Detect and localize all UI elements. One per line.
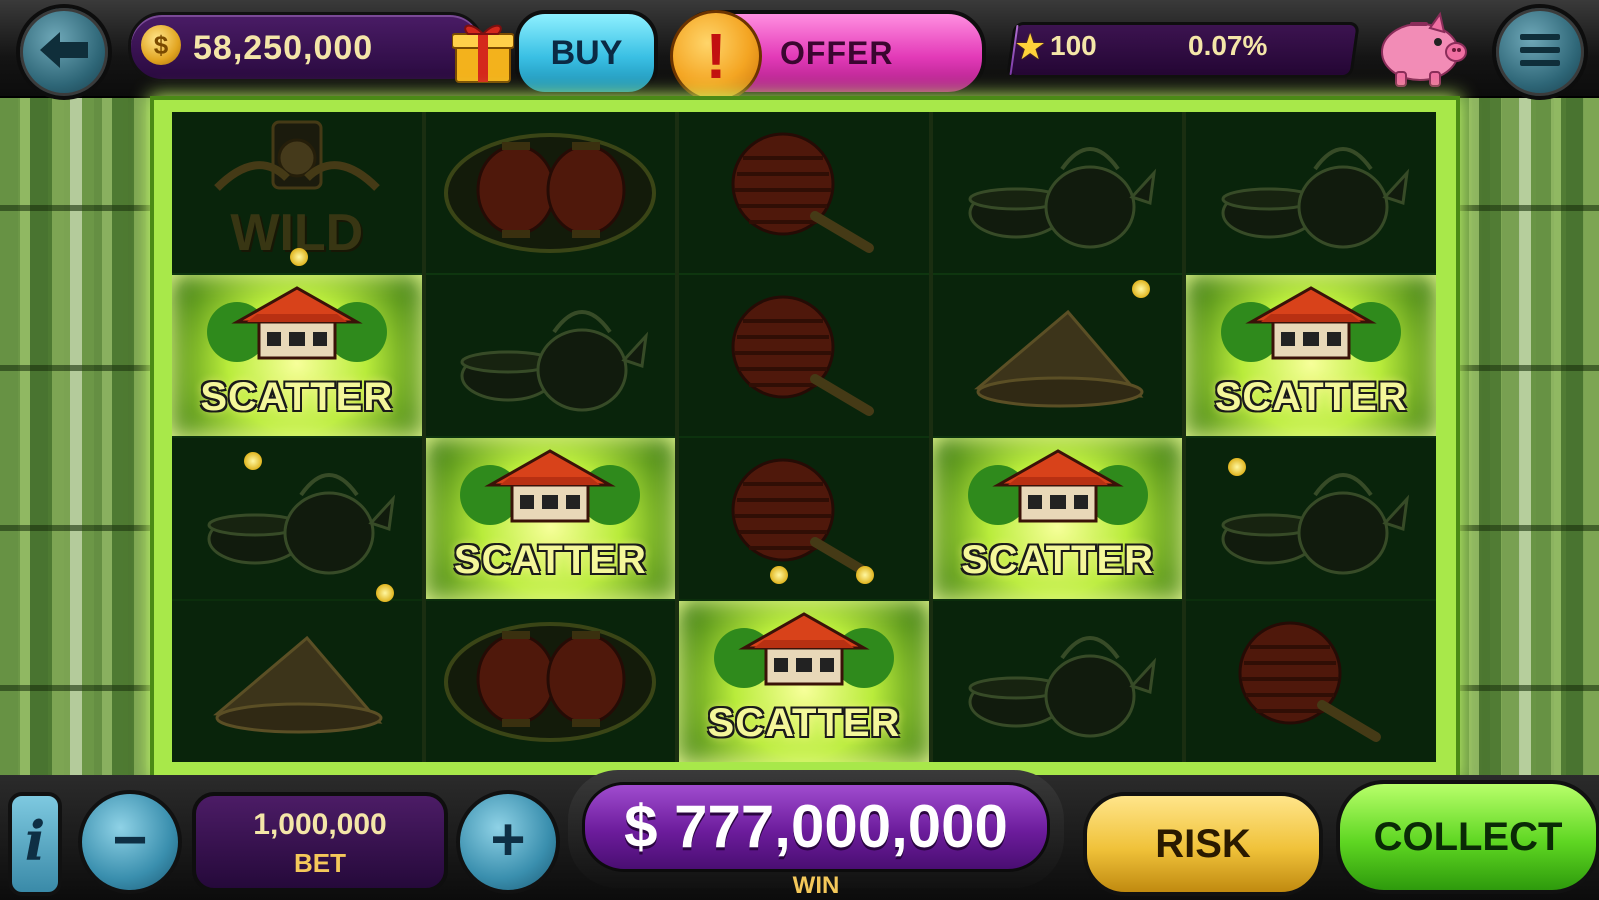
info-button[interactable]: i xyxy=(8,792,62,896)
buy-button[interactable]: BUY xyxy=(515,10,658,96)
fan-icon xyxy=(719,128,889,258)
gift-icon[interactable] xyxy=(451,18,515,84)
teapot-icon xyxy=(1211,133,1411,253)
bet-label: BET xyxy=(294,848,346,878)
win-value: $ 777,000,000 xyxy=(582,782,1050,872)
fan-symbol xyxy=(679,438,929,599)
fan-symbol xyxy=(679,275,929,436)
reel-2: SCATTER xyxy=(425,112,676,762)
sparkle xyxy=(770,566,788,584)
sparkle xyxy=(856,566,874,584)
reel-grid: WILD SCATTER SCATTER SCATTER SCATTER SCATTER xyxy=(172,112,1436,762)
teapot-symbol xyxy=(932,601,1183,762)
teapot-symbol xyxy=(1186,112,1436,273)
menu-icon xyxy=(1518,32,1562,73)
hat-icon xyxy=(968,296,1148,416)
hat-symbol xyxy=(932,275,1183,436)
back-arrow-icon xyxy=(38,30,90,75)
balance-display: $ 58,250,000 xyxy=(128,12,484,82)
scatter-symbol: SCATTER xyxy=(1186,275,1436,436)
sparkle xyxy=(376,584,394,602)
win-display: $ 777,000,000 WIN xyxy=(568,770,1064,899)
sparkle xyxy=(1132,280,1150,298)
back-button[interactable] xyxy=(16,4,112,100)
reel-4: SCATTER xyxy=(932,112,1183,762)
scatter-icon xyxy=(197,278,397,388)
increase-bet-button[interactable]: + xyxy=(456,790,560,894)
offer-button[interactable]: ! OFFER xyxy=(670,10,986,102)
reel-3: SCATTER xyxy=(679,112,929,762)
sparkle xyxy=(1228,458,1246,476)
scatter-label: SCATTER xyxy=(961,538,1155,582)
bet-value: 1,000,000 xyxy=(253,808,387,841)
scatter-symbol: SCATTER xyxy=(172,275,422,436)
collect-button[interactable]: COLLECT xyxy=(1336,780,1599,894)
scatter-icon xyxy=(450,441,650,551)
scatter-label: SCATTER xyxy=(453,538,647,582)
win-label: WIN xyxy=(792,872,840,899)
fan-icon xyxy=(719,291,889,421)
risk-button[interactable]: RISK xyxy=(1083,792,1323,896)
teapot-icon xyxy=(197,459,397,579)
hat-icon xyxy=(207,622,387,742)
reel-5: SCATTER xyxy=(1186,112,1436,762)
hat-symbol xyxy=(172,601,422,762)
reel-1: WILD SCATTER xyxy=(172,112,422,762)
level-value: 100 xyxy=(1050,30,1097,61)
offer-label: OFFER xyxy=(780,35,894,71)
fan-icon xyxy=(1226,617,1396,747)
scatter-symbol: SCATTER xyxy=(932,438,1183,599)
teapot-icon xyxy=(958,133,1158,253)
level-progress-text: 0.07% xyxy=(1188,30,1268,61)
teapot-icon xyxy=(450,296,650,416)
sparkle xyxy=(290,248,308,266)
scatter-symbol: SCATTER xyxy=(425,438,676,599)
fan-icon xyxy=(719,454,889,584)
reels-frame: WILD SCATTER SCATTER SCATTER SCATTER SCATTER xyxy=(150,96,1460,781)
wild-icon xyxy=(197,118,397,228)
fan-symbol xyxy=(679,112,929,273)
bet-display: 1,000,000 BET xyxy=(192,792,448,892)
lanterns-symbol xyxy=(425,601,676,762)
fan-symbol xyxy=(1186,601,1436,762)
teapot-symbol xyxy=(172,438,422,599)
teapot-icon xyxy=(958,622,1158,742)
sparkle xyxy=(244,452,262,470)
alert-icon: ! xyxy=(670,10,762,102)
star-icon: ★ xyxy=(1014,26,1047,67)
lanterns-icon xyxy=(440,617,660,747)
lanterns-icon xyxy=(440,128,660,258)
teapot-symbol xyxy=(1186,438,1436,599)
scatter-icon xyxy=(1211,278,1411,388)
decrease-bet-button[interactable]: − xyxy=(78,790,182,894)
menu-button[interactable] xyxy=(1492,4,1588,100)
piggy-bank-icon[interactable] xyxy=(1370,10,1470,88)
scatter-label: SCATTER xyxy=(1214,375,1408,419)
teapot-symbol xyxy=(425,275,676,436)
coin-icon: $ xyxy=(141,25,181,65)
balance-value: 58,250,000 xyxy=(193,29,374,67)
teapot-icon xyxy=(1211,459,1411,579)
scatter-icon xyxy=(958,441,1158,551)
scatter-icon xyxy=(704,604,904,714)
lanterns-symbol xyxy=(425,112,676,273)
scatter-label: SCATTER xyxy=(200,375,394,419)
scatter-label: SCATTER xyxy=(707,701,901,745)
teapot-symbol xyxy=(932,112,1183,273)
scatter-symbol: SCATTER xyxy=(679,601,929,762)
